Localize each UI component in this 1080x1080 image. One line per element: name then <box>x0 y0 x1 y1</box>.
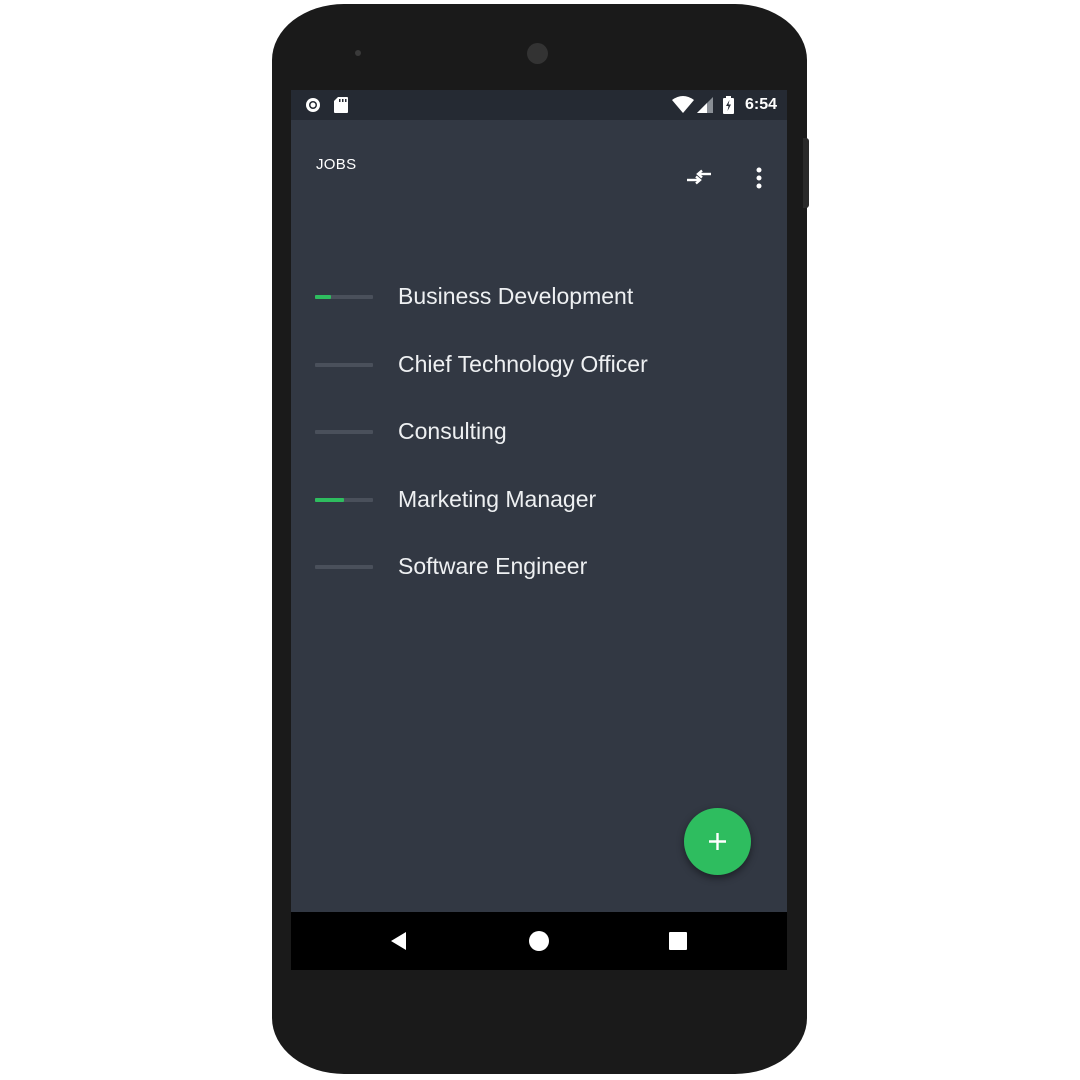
compare-arrows-icon <box>687 169 711 185</box>
add-job-button[interactable] <box>684 808 751 875</box>
job-progress-track <box>315 430 373 434</box>
job-progress-fill <box>315 295 331 299</box>
more-vert-icon <box>756 167 762 189</box>
phone-sensor <box>355 50 361 56</box>
cell-signal-icon <box>697 97 713 113</box>
phone-camera <box>527 43 548 64</box>
back-icon <box>391 932 406 950</box>
job-label: Consulting <box>398 418 507 444</box>
job-item-software-engineer[interactable]: Software Engineer <box>291 532 787 600</box>
plus-icon <box>709 833 726 850</box>
record-icon <box>306 98 320 112</box>
status-time: 6:54 <box>744 96 777 113</box>
job-item-marketing-manager[interactable]: Marketing Manager <box>291 465 787 533</box>
back-button[interactable] <box>387 929 411 953</box>
job-item-consulting[interactable]: Consulting <box>291 397 787 465</box>
job-item-business-development[interactable]: Business Development <box>291 262 787 330</box>
job-item-chief-technology-officer[interactable]: Chief Technology Officer <box>291 330 787 398</box>
job-label: Business Development <box>398 283 634 309</box>
status-bar: 6:54 <box>291 90 787 120</box>
recents-button[interactable] <box>666 929 690 953</box>
app-screen: 6:54 JOBS Business Development Chief Tec… <box>291 90 787 970</box>
wifi-icon <box>672 96 694 113</box>
job-label: Marketing Manager <box>398 485 597 512</box>
battery-charging-icon <box>723 96 734 114</box>
compare-button[interactable] <box>683 162 715 194</box>
sd-card-icon <box>334 97 348 113</box>
navigation-bar <box>291 912 787 970</box>
page-title: JOBS <box>316 156 357 173</box>
job-label: Chief Technology Officer <box>398 350 648 377</box>
job-list: Business Development Chief Technology Of… <box>291 262 787 600</box>
job-progress-fill <box>315 497 344 502</box>
job-progress-track <box>315 295 373 299</box>
phone-side-button <box>803 138 809 208</box>
job-progress-track <box>315 497 373 502</box>
recents-icon <box>669 932 687 950</box>
job-progress-track <box>315 565 373 569</box>
more-options-button[interactable] <box>743 162 775 194</box>
home-icon <box>529 931 549 951</box>
job-progress-track <box>315 362 373 367</box>
job-label: Software Engineer <box>398 553 588 579</box>
home-button[interactable] <box>527 929 551 953</box>
